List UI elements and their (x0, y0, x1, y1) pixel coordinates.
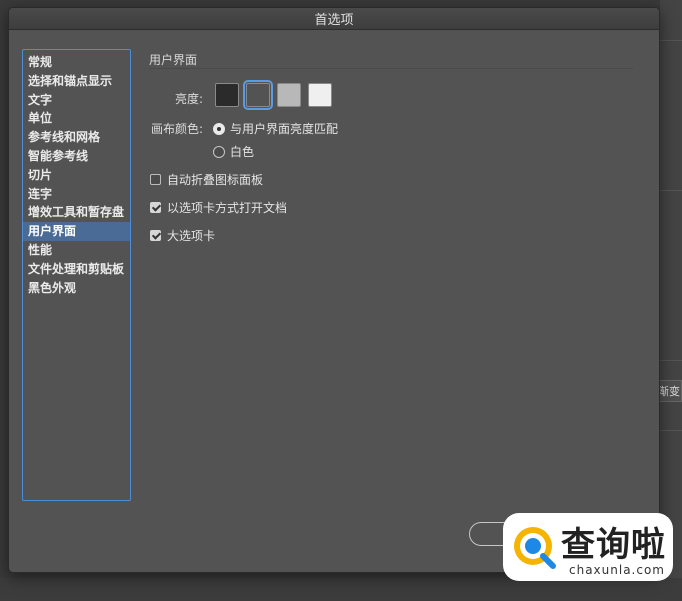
category-general[interactable]: 常规 (23, 53, 130, 72)
section-divider (149, 68, 633, 69)
large-tabs-label: 大选项卡 (167, 229, 216, 243)
section-title: 用户界面 (149, 53, 198, 67)
category-units[interactable]: 单位 (23, 109, 130, 128)
brightness-swatch-light[interactable] (308, 83, 332, 107)
watermark-url: chaxunla.com (569, 563, 665, 577)
radio-white-label: 白色 (230, 145, 255, 159)
category-plugins-scratch-disks[interactable]: 增效工具和暂存盘 (23, 203, 130, 222)
auto-collapse-checkbox[interactable] (150, 174, 161, 185)
canvas-match-ui-option[interactable]: 与用户界面亮度匹配 (213, 120, 338, 137)
radio-match-ui-label: 与用户界面亮度匹配 (230, 122, 339, 136)
watermark-brand: 查询啦 (561, 525, 666, 565)
radio-match-ui[interactable] (213, 122, 225, 135)
background-app-bottom (0, 578, 682, 601)
category-user-interface[interactable]: 用户界面 (23, 222, 130, 241)
open-documents-as-tabs-option[interactable]: 以选项卡方式打开文档 (150, 199, 287, 216)
category-list[interactable]: 常规 选择和锚点显示 文字 单位 参考线和网格 智能参考线 切片 连字 增效工具… (22, 49, 131, 501)
category-slices[interactable]: 切片 (23, 166, 130, 185)
watermark: 查询啦 chaxunla.com (503, 513, 673, 581)
category-appearance-of-black[interactable]: 黑色外观 (23, 279, 130, 298)
category-hyphenation[interactable]: 连字 (23, 185, 130, 204)
large-tabs-checkbox[interactable] (150, 230, 161, 241)
category-file-handling-clipboard[interactable]: 文件处理和剪贴板 (23, 260, 130, 279)
preferences-dialog: 首选项 常规 选择和锚点显示 文字 单位 参考线和网格 智能参考线 切片 连字 … (8, 7, 660, 573)
brightness-swatch-medium-light[interactable] (277, 83, 301, 107)
auto-collapse-label: 自动折叠图标面板 (167, 173, 264, 187)
radio-white[interactable] (213, 145, 225, 158)
dialog-titlebar: 首选项 (9, 8, 659, 30)
brightness-swatch-dark[interactable] (215, 83, 239, 107)
large-tabs-option[interactable]: 大选项卡 (150, 227, 215, 244)
category-selection-anchor-display[interactable]: 选择和锚点显示 (23, 72, 130, 91)
auto-collapse-icon-panels-option[interactable]: 自动折叠图标面板 (150, 171, 263, 188)
open-as-tabs-label: 以选项卡方式打开文档 (167, 201, 288, 215)
dialog-title: 首选项 (314, 13, 354, 28)
brightness-swatch-medium-dark[interactable] (243, 80, 273, 110)
canvas-white-option[interactable]: 白色 (213, 143, 254, 160)
open-as-tabs-checkbox[interactable] (150, 202, 161, 213)
brightness-label: 亮度: (174, 92, 203, 106)
category-type[interactable]: 文字 (23, 91, 130, 110)
canvas-color-label: 画布颜色: (150, 122, 203, 136)
category-performance[interactable]: 性能 (23, 241, 130, 260)
category-guides-grid[interactable]: 参考线和网格 (23, 128, 130, 147)
background-app-panel (660, 0, 682, 601)
category-smart-guides[interactable]: 智能参考线 (23, 147, 130, 166)
magnifier-logo-icon (514, 527, 556, 569)
